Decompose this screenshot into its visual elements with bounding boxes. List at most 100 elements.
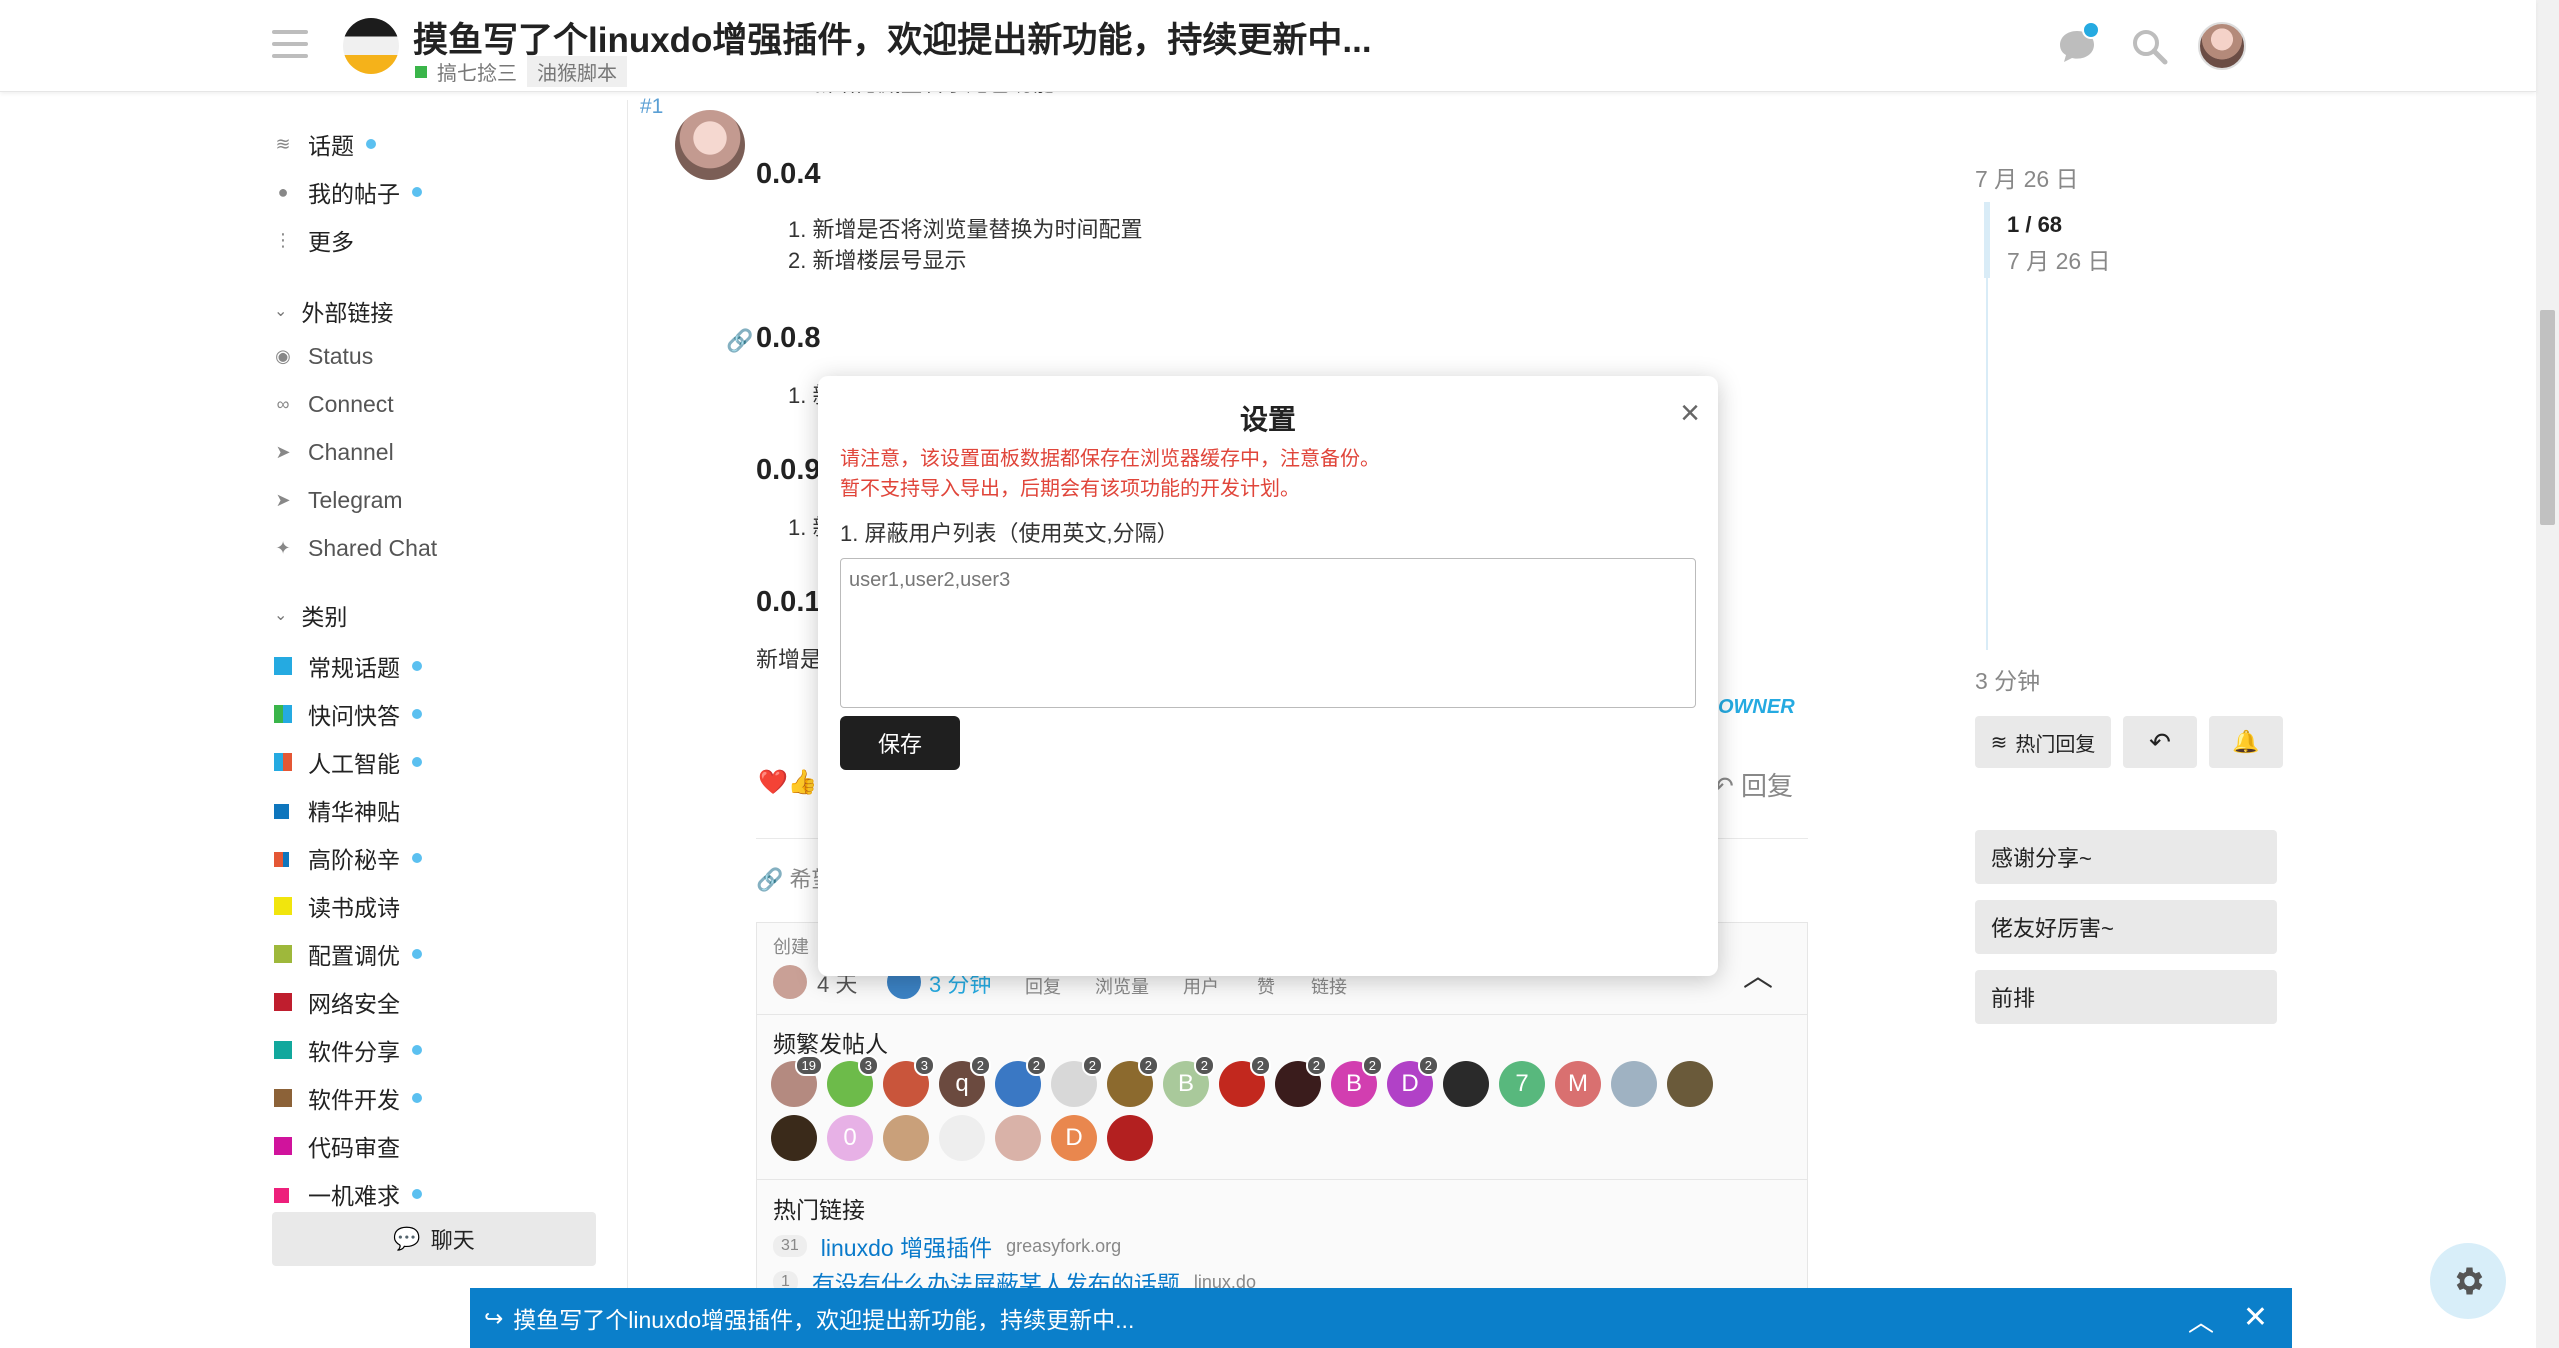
hot-link-title[interactable]: linuxdo 增强插件 xyxy=(821,1229,992,1263)
chat-bubble-icon[interactable] xyxy=(2054,21,2100,69)
timeline-position-date: 7 月 26 日 xyxy=(2007,248,2111,274)
stat-label: 浏览量 xyxy=(1095,977,1149,997)
chevron-up-icon[interactable]: ︿ xyxy=(1743,951,1773,995)
poster-avatar[interactable]: M xyxy=(1555,1061,1601,1107)
sidebar-category-item[interactable]: 常规话题 xyxy=(274,646,422,686)
topic-tag[interactable]: 油猴脚本 xyxy=(527,56,627,87)
timeline-track[interactable] xyxy=(1986,278,1988,650)
post-author-avatar[interactable] xyxy=(675,110,745,180)
user-avatar[interactable] xyxy=(2198,22,2246,70)
bell-icon[interactable]: 🔔 xyxy=(2209,716,2283,768)
poster-avatar[interactable]: 2 xyxy=(995,1055,1047,1107)
poster-avatar[interactable]: 2 xyxy=(1051,1055,1103,1107)
save-button[interactable]: 保存 xyxy=(840,716,960,770)
section-header-external[interactable]: ⌄ 外部链接 xyxy=(274,294,393,328)
sidebar-category-item[interactable]: 代码审查 xyxy=(274,1126,400,1166)
poster-avatar[interactable]: 2 xyxy=(1275,1055,1327,1107)
anchor-link-icon[interactable]: 🔗 xyxy=(726,328,753,354)
sidebar-category-item[interactable]: 读书成诗 xyxy=(274,886,400,926)
reply-button[interactable]: ↶ 回复 xyxy=(1712,766,1793,803)
close-icon[interactable]: × xyxy=(1680,396,1700,430)
poster-avatar[interactable]: 3 xyxy=(883,1055,935,1107)
timeline-start-date[interactable]: 7 月 26 日 xyxy=(1975,160,2079,194)
sidebar-item-shared-chat[interactable]: ✦ Shared Chat xyxy=(274,528,437,568)
settings-gear-button[interactable] xyxy=(2430,1243,2506,1319)
post-count-badge: 2 xyxy=(1361,1055,1383,1076)
chat-button[interactable]: 💬 聊天 xyxy=(272,1212,596,1266)
poster-avatar[interactable] xyxy=(883,1115,929,1161)
poster-avatar[interactable] xyxy=(1107,1115,1153,1161)
category-link[interactable]: 搞七捻三 xyxy=(437,57,517,86)
sidebar-item-my-posts[interactable]: ● 我的帖子 xyxy=(274,172,422,212)
chevron-up-icon[interactable]: ︿ xyxy=(2188,1302,2214,1339)
poster-avatar[interactable] xyxy=(995,1115,1041,1161)
poster-avatar[interactable] xyxy=(939,1115,985,1161)
poster-letter: B xyxy=(1345,1070,1362,1097)
sidebar-item-telegram[interactable]: ➤ Telegram xyxy=(274,480,402,520)
reply-icon[interactable]: ↶ xyxy=(2123,716,2197,768)
sidebar-item-connect[interactable]: ∞ Connect xyxy=(274,384,394,424)
composer-bar[interactable]: ↪ 摸鱼写了个linuxdo增强插件，欢迎提出新功能，持续更新中... ︿ ✕ xyxy=(470,1288,2292,1348)
close-icon[interactable]: ✕ xyxy=(2243,1300,2268,1335)
post-number[interactable]: #1 xyxy=(640,95,663,119)
timeline-end-date[interactable]: 3 分钟 xyxy=(1975,662,2040,696)
poster-avatar[interactable]: q2 xyxy=(939,1055,991,1107)
sidebar-category-item[interactable]: 软件开发 xyxy=(274,1078,422,1118)
unread-dot xyxy=(412,757,422,767)
quick-reply-button[interactable]: 感谢分享~ xyxy=(1975,830,2277,884)
site-logo[interactable] xyxy=(343,18,399,74)
poster-avatar[interactable] xyxy=(1611,1061,1657,1107)
sidebar-category-item[interactable]: 高阶秘辛 xyxy=(274,838,422,878)
sidebar-category-item[interactable]: 人工智能 xyxy=(274,742,422,782)
section-header-label: 外部链接 xyxy=(301,300,394,326)
sidebar-item-label: 软件分享 xyxy=(308,1039,400,1065)
quick-reply-button[interactable]: 前排 xyxy=(1975,970,2277,1024)
sidebar-item-more[interactable]: ⋮ 更多 xyxy=(274,220,354,260)
page-scrollbar[interactable] xyxy=(2536,0,2559,1348)
blocked-users-textarea[interactable] xyxy=(840,558,1696,708)
reactions[interactable]: ❤️👍 xyxy=(758,768,818,797)
poster-avatar[interactable]: 7 xyxy=(1499,1061,1545,1107)
poster-avatar[interactable]: 2 xyxy=(1107,1055,1159,1107)
unread-dot xyxy=(412,1093,422,1103)
sidebar-item-topics[interactable]: ≋ 话题 xyxy=(274,124,376,164)
poster-avatar[interactable] xyxy=(771,1115,817,1161)
sidebar-category-item[interactable]: 网络安全 xyxy=(274,982,400,1022)
poster-avatar[interactable]: B2 xyxy=(1331,1055,1383,1107)
poster-avatar[interactable]: 0 xyxy=(827,1115,873,1161)
sidebar-item-label: 读书成诗 xyxy=(308,895,400,921)
sidebar-category-item[interactable]: 配置调优 xyxy=(274,934,422,974)
creator-avatar[interactable] xyxy=(773,965,807,999)
sidebar: ≋ 话题 ● 我的帖子 ⋮ 更多 ⌄ 外部链接 ◉ Status ∞ Conne… xyxy=(258,100,628,1348)
poster-avatar[interactable]: 3 xyxy=(827,1055,879,1107)
sidebar-item-status[interactable]: ◉ Status xyxy=(274,336,373,376)
poster-avatar[interactable]: 19 xyxy=(771,1055,823,1107)
scrollbar-thumb[interactable] xyxy=(2540,310,2555,525)
sidebar-category-item[interactable]: 一机难求 xyxy=(274,1174,422,1214)
timeline-handle[interactable] xyxy=(1984,202,1990,278)
hamburger-menu-icon[interactable] xyxy=(272,30,308,60)
version-heading: 0.0.4 xyxy=(756,158,821,190)
poster-avatar[interactable]: 2 xyxy=(1219,1055,1271,1107)
search-icon[interactable] xyxy=(2126,23,2172,69)
send-icon: ➤ xyxy=(275,489,291,510)
sidebar-category-item[interactable]: 精华神贴 xyxy=(274,790,400,830)
post-count-badge: 2 xyxy=(1305,1055,1327,1076)
hot-replies-label: 热门回复 xyxy=(2015,733,2096,756)
sidebar-item-channel[interactable]: ➤ Channel xyxy=(274,432,393,472)
poster-avatar[interactable]: D2 xyxy=(1387,1055,1439,1107)
sidebar-item-label: 人工智能 xyxy=(308,751,400,777)
poster-avatar[interactable] xyxy=(1667,1061,1713,1107)
section-header-categories[interactable]: ⌄ 类别 xyxy=(274,598,347,632)
poster-avatar[interactable]: D xyxy=(1051,1115,1097,1161)
modal-warning: 请注意，该设置面板数据都保存在浏览器缓存中，注意备份。 暂不支持导入导出，后期会… xyxy=(840,444,1380,504)
poster-avatar[interactable]: B2 xyxy=(1163,1055,1215,1107)
sidebar-category-item[interactable]: 软件分享 xyxy=(274,1030,422,1070)
sidebar-item-label: 我的帖子 xyxy=(308,181,400,207)
sidebar-category-item[interactable]: 快问快答 xyxy=(274,694,422,734)
hot-replies-button[interactable]: ≋ 热门回复 xyxy=(1975,716,2111,768)
unread-dot xyxy=(412,853,422,863)
hot-link[interactable]: 31 linuxdo 增强插件 greasyfork.org xyxy=(773,1229,1121,1263)
poster-avatar[interactable] xyxy=(1443,1061,1489,1107)
quick-reply-button[interactable]: 佬友好厉害~ xyxy=(1975,900,2277,954)
